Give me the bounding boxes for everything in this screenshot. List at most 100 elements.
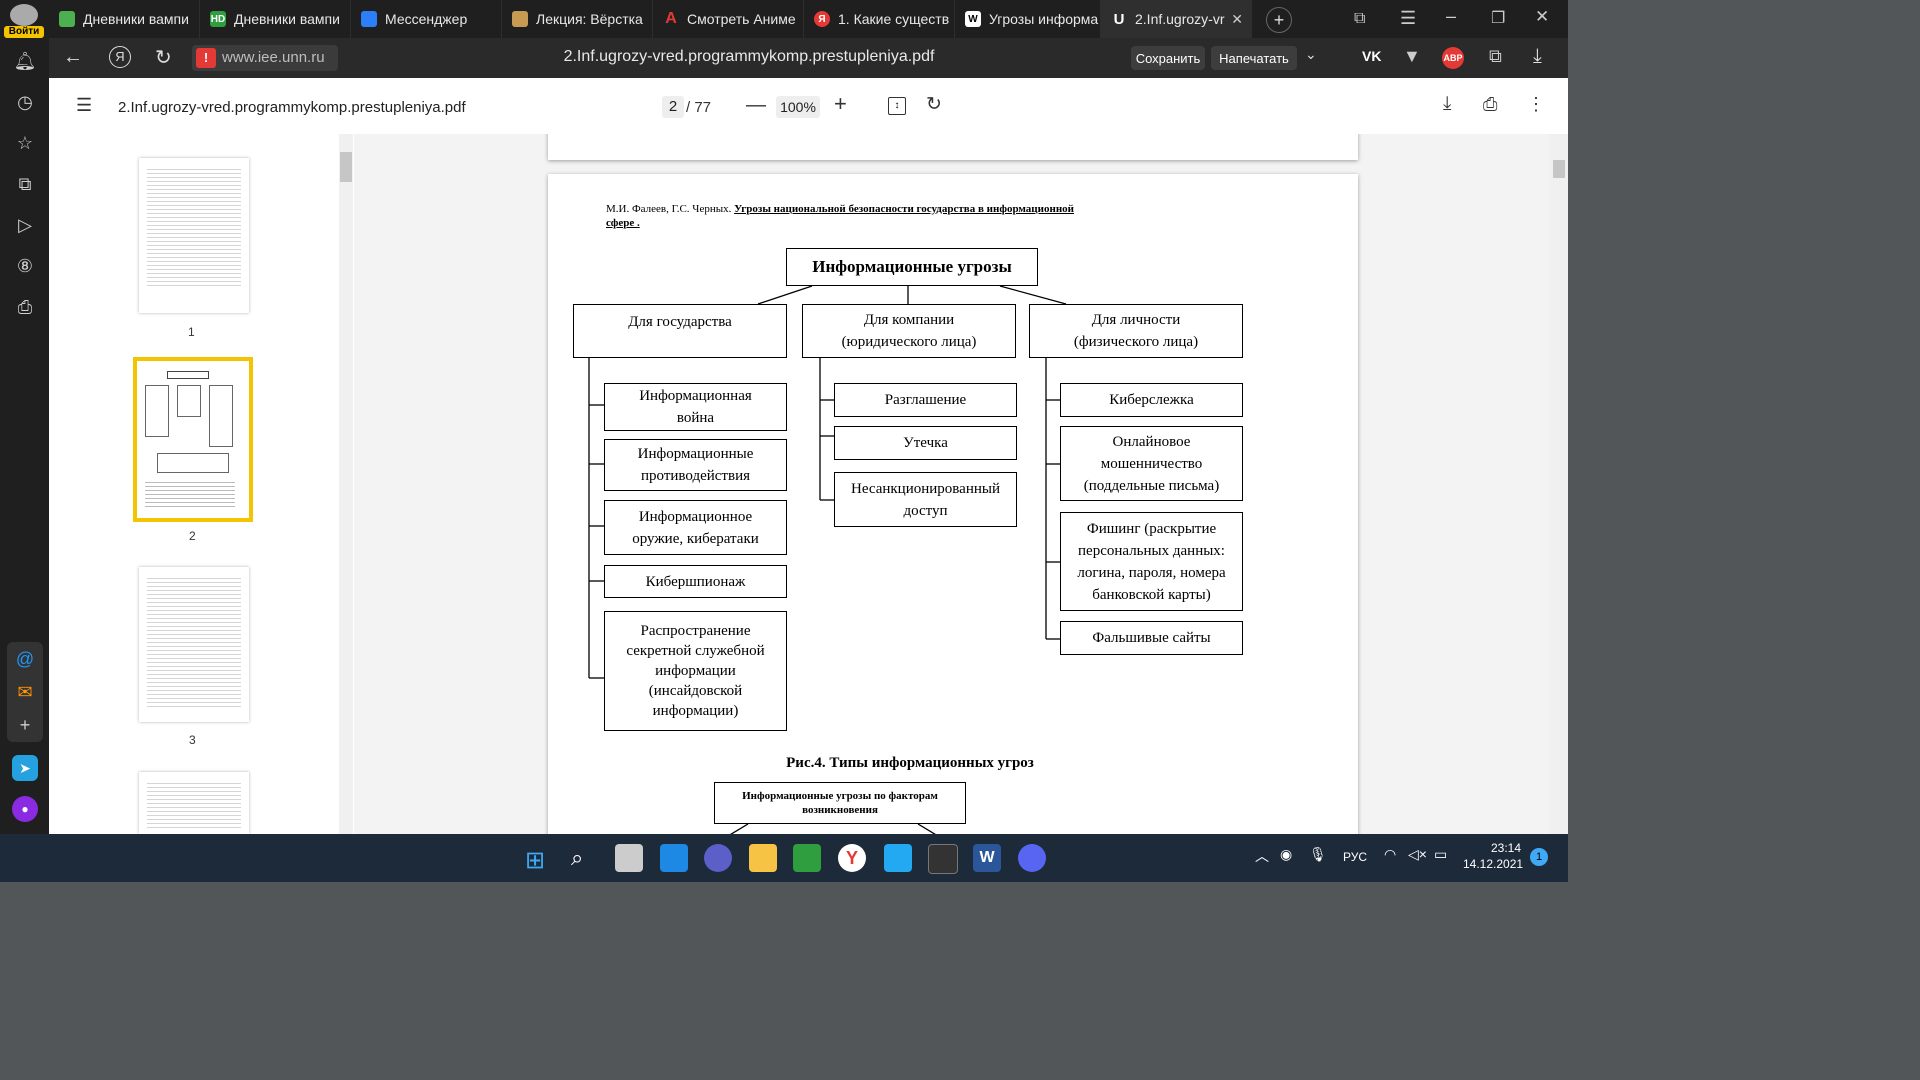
- page-number-input[interactable]: 2: [662, 96, 684, 118]
- windows-taskbar: ⊞ ⌕ Y W ︿ ◉ 🎙︎ РУС ◠ ◁× ▭ 23:14 14.12.20…: [0, 834, 1568, 882]
- tab-title: Смотреть Аниме: [687, 11, 796, 27]
- volume-muted-icon[interactable]: ◁×: [1408, 846, 1427, 863]
- mail-envelope-icon[interactable]: ✉: [12, 679, 38, 705]
- screenshot-camera-icon[interactable]: ⎙: [12, 294, 38, 320]
- print-icon[interactable]: ⎙: [1483, 94, 1497, 115]
- windows-start-icon[interactable]: ⊞: [525, 846, 545, 875]
- site-info-chip[interactable]: ! www.iee.unn.ru: [192, 45, 338, 71]
- tab-7[interactable]: W Угрозы информа: [955, 0, 1101, 38]
- tab-8-active[interactable]: U 2.Inf.ugrozy-vr ✕: [1101, 0, 1252, 38]
- collections-icon[interactable]: ⧉: [12, 171, 38, 197]
- tab-favicon-icon: [59, 11, 75, 27]
- tray-app-icon[interactable]: ◉: [1280, 846, 1292, 863]
- close-window-icon[interactable]: ✕: [1535, 7, 1549, 27]
- hamburger-menu-icon[interactable]: ☰: [76, 95, 92, 116]
- tab-1[interactable]: Дневники вампи: [49, 0, 200, 38]
- rotate-icon[interactable]: ↻: [926, 93, 942, 116]
- thumbnails-pane: 1 2 3: [49, 134, 354, 834]
- tab-4[interactable]: Лекция: Вёрстка: [502, 0, 653, 38]
- close-tab-icon[interactable]: ✕: [1231, 11, 1243, 28]
- tab-6[interactable]: Я 1. Какие существ: [804, 0, 955, 38]
- bell-icon[interactable]: 🔔︎: [12, 48, 38, 74]
- clock-time[interactable]: 23:14: [1467, 841, 1521, 855]
- box-line: Информационная: [639, 388, 752, 404]
- mail-at-icon[interactable]: @: [12, 646, 38, 672]
- add-app-icon[interactable]: +: [12, 712, 38, 738]
- vscode-icon[interactable]: [884, 844, 912, 872]
- zoom-out-icon[interactable]: —: [746, 94, 766, 117]
- address-page-title[interactable]: 2.Inf.ugrozy-vred.programmykomp.prestupl…: [519, 48, 979, 66]
- viewer-scrollbar[interactable]: [1550, 134, 1568, 834]
- pdf-page-2: М.И. Фалеев, Г.С. Черных. Угрозы национа…: [548, 174, 1358, 834]
- new-tab-button[interactable]: +: [1266, 7, 1292, 33]
- yandex-browser-icon[interactable]: Y: [838, 844, 866, 872]
- terminal-icon[interactable]: [928, 844, 958, 874]
- tray-chevron-up-icon[interactable]: ︿: [1255, 846, 1269, 866]
- vk-icon[interactable]: VK: [1362, 48, 1381, 64]
- alice-assistant-icon[interactable]: ●: [12, 796, 38, 822]
- task-view-icon[interactable]: [615, 844, 643, 872]
- box-line: оружие, кибератаки: [632, 530, 759, 547]
- star-bookmarks-icon[interactable]: ☆: [12, 130, 38, 156]
- search-icon[interactable]: ⌕: [571, 845, 583, 871]
- profile-avatar-icon[interactable]: [10, 4, 38, 26]
- box-line: Онлайновое: [1112, 433, 1191, 450]
- clock-date[interactable]: 14.12.2021: [1463, 857, 1523, 871]
- input-language[interactable]: РУС: [1343, 850, 1367, 864]
- person-item-fake-sites: Фальшивые сайты: [1060, 621, 1243, 655]
- page-total: / 77: [686, 99, 712, 116]
- save-button[interactable]: Сохранить: [1131, 46, 1205, 70]
- download-icon[interactable]: ⤓: [1443, 93, 1451, 115]
- tab-title: Лекция: Вёрстка: [536, 11, 643, 27]
- game-app-icon[interactable]: [793, 844, 821, 872]
- restore-icon[interactable]: ❐: [1491, 8, 1505, 28]
- login-button[interactable]: Войти: [4, 26, 44, 38]
- zoom-input[interactable]: 100%: [776, 96, 820, 118]
- box-line: Распространение: [640, 623, 751, 639]
- history-clock-icon[interactable]: ◷: [12, 89, 38, 115]
- thumbnail-page-1[interactable]: [139, 158, 249, 313]
- tabs-overview-icon[interactable]: ⧉: [1354, 10, 1365, 28]
- microphone-icon[interactable]: 🎙︎: [1309, 846, 1327, 863]
- box-line: информации: [655, 663, 736, 679]
- vpn-extension-icon[interactable]: ▼: [1403, 46, 1421, 67]
- widgets-icon[interactable]: [660, 844, 688, 872]
- file-explorer-icon[interactable]: [749, 844, 777, 872]
- teams-chat-icon[interactable]: [704, 844, 732, 872]
- tab-5[interactable]: A Смотреть Аниме: [653, 0, 804, 38]
- address-bar: ← Я ↻ ! www.iee.unn.ru 2.Inf.ugrozy-vred…: [49, 38, 1568, 78]
- next-diagram-connectors: [730, 824, 936, 834]
- tab-3[interactable]: Мессенджер: [351, 0, 502, 38]
- tab-2[interactable]: HD Дневники вампи: [200, 0, 351, 38]
- minimize-icon[interactable]: –: [1446, 6, 1456, 27]
- downloads-icon[interactable]: ⤓: [1533, 45, 1542, 68]
- yandex-home-icon[interactable]: Я: [109, 46, 131, 68]
- app-8-icon[interactable]: ⑧: [12, 253, 38, 279]
- thumbnail-page-2-selected[interactable]: [133, 357, 253, 522]
- chevron-down-icon[interactable]: ⌄: [1305, 46, 1317, 63]
- reload-icon[interactable]: ↻: [155, 45, 172, 70]
- print-button[interactable]: Напечатать: [1211, 46, 1297, 70]
- discord-icon[interactable]: [1018, 844, 1046, 872]
- menu-icon[interactable]: ☰: [1400, 8, 1416, 29]
- reader-extension-icon[interactable]: ⧉: [1489, 46, 1502, 67]
- tab-title: Угрозы информа: [989, 11, 1099, 27]
- wifi-icon[interactable]: ◠: [1384, 846, 1396, 863]
- state-item-cyberespionage: Кибершпионаж: [604, 565, 787, 598]
- send-message-icon[interactable]: ➤: [12, 755, 38, 781]
- play-icon[interactable]: ▷: [12, 212, 38, 238]
- battery-icon[interactable]: ▭: [1434, 846, 1447, 863]
- thumbnail-label: 3: [189, 733, 196, 747]
- box-line: доступ: [903, 502, 948, 519]
- thumbnail-page-3[interactable]: [139, 567, 249, 722]
- adblock-icon[interactable]: ABP: [1442, 47, 1464, 69]
- notification-badge[interactable]: 1: [1530, 848, 1548, 866]
- thumbnails-scrollbar[interactable]: [339, 134, 353, 834]
- more-options-icon[interactable]: ⋮: [1527, 94, 1545, 115]
- zoom-in-icon[interactable]: +: [834, 91, 847, 117]
- back-arrow-icon[interactable]: ←: [63, 46, 83, 69]
- tab-strip: Дневники вампи HD Дневники вампи Мессенд…: [0, 0, 1568, 38]
- word-icon[interactable]: W: [973, 844, 1001, 872]
- fit-page-icon[interactable]: ↕: [888, 97, 906, 115]
- thumbnail-page-4[interactable]: [139, 772, 249, 834]
